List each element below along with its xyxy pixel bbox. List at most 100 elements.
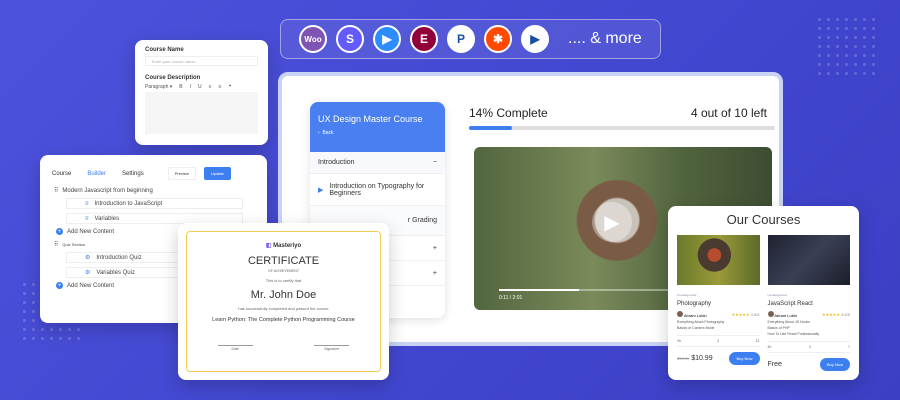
avatar bbox=[767, 311, 774, 317]
section-title: Modern Javascript from beginning bbox=[62, 187, 153, 194]
course-rating: ★★★★★ 4.5/5 bbox=[731, 312, 760, 317]
editor-tool[interactable]: Paragraph ▾ bbox=[145, 84, 172, 90]
certify-text: This is to certify that bbox=[265, 278, 302, 283]
tab-builder[interactable]: Builder bbox=[87, 171, 106, 177]
drag-handle-icon[interactable]: ⠿ bbox=[54, 187, 58, 194]
certificate-brand: ◧ Masteriyo bbox=[265, 243, 302, 249]
signature-line: Signature bbox=[314, 345, 350, 351]
our-courses-card: Our Courses Uncategorized Photography Ab… bbox=[668, 206, 859, 380]
tab-settings[interactable]: Settings bbox=[122, 171, 144, 177]
plus-icon: + bbox=[56, 282, 63, 289]
paypal-logo-icon: P bbox=[447, 25, 475, 53]
course-category[interactable]: Uncategorized bbox=[768, 293, 851, 297]
completed-text: has successfully completed and passed th… bbox=[238, 306, 329, 311]
course-name-label: Course Name bbox=[145, 47, 184, 53]
lesson-title: r Grading bbox=[407, 217, 437, 224]
course-card[interactable]: Uncategorized Photography Abram Lubin ★★★… bbox=[677, 235, 760, 371]
course-category[interactable]: Uncategorized bbox=[677, 293, 760, 297]
preview-button[interactable]: Preview bbox=[167, 167, 196, 180]
lessons-left: 4 out of 10 left bbox=[690, 106, 767, 120]
editor-tool[interactable]: ❝ bbox=[228, 84, 231, 90]
builder-item[interactable]: ≡ Introduction to JavaScript bbox=[66, 198, 243, 209]
update-button[interactable]: Update bbox=[203, 167, 231, 180]
course-stats: 3h 3 12 bbox=[677, 335, 760, 347]
item-title: Variables bbox=[94, 215, 120, 222]
course-stats: 4h 3 7 bbox=[767, 341, 850, 353]
lesson-item[interactable]: ▶ Introduction on Typography for Beginner… bbox=[310, 174, 445, 206]
course-thumbnail[interactable] bbox=[677, 235, 760, 285]
course-rating: ★★★★★ 4.5/5 bbox=[822, 312, 850, 317]
lesson-icon: ≡ bbox=[85, 215, 89, 222]
drag-handle-icon[interactable]: ⠿ bbox=[54, 241, 58, 248]
course-card[interactable]: Uncategorized JavaScript React Abram Lub… bbox=[767, 235, 851, 371]
zoom-logo-icon: ▶ bbox=[373, 25, 401, 53]
builder-section: ⠿ Modern Javascript from beginning bbox=[54, 187, 255, 195]
course-title: UX Design Master Course bbox=[318, 114, 423, 124]
course-form-card: Course Name Enter your course name... Co… bbox=[135, 40, 268, 145]
integrations-bar: Woo S ▶ E P ✱ ▶ .... & more bbox=[280, 19, 661, 59]
editor-toolbar: Paragraph ▾ B I U ≡ ≡ ❝ bbox=[145, 84, 258, 90]
woocommerce-logo-icon: Woo bbox=[299, 25, 327, 53]
course-feature: Everything About JS Hooks bbox=[767, 320, 810, 324]
back-label: Back bbox=[322, 130, 334, 136]
add-content-label: Add New Content bbox=[67, 282, 115, 289]
more-label: .... & more bbox=[568, 30, 642, 47]
collapse-icon[interactable]: − bbox=[433, 159, 437, 166]
elementor-logo-icon: E bbox=[410, 25, 438, 53]
zapier-logo-icon: ✱ bbox=[484, 25, 512, 53]
progress-bar bbox=[469, 126, 775, 130]
buy-now-button[interactable]: Buy Now bbox=[729, 352, 760, 365]
our-courses-title: Our Courses bbox=[726, 212, 801, 227]
editor-tool[interactable]: ≡ bbox=[219, 84, 222, 90]
item-title: Introduction to JavaScript bbox=[94, 200, 163, 207]
item-title: Introduction Quiz bbox=[96, 254, 142, 261]
certificate-course: Learn Python: The Complete Python Progra… bbox=[212, 317, 355, 323]
course-title[interactable]: Photography bbox=[677, 301, 760, 307]
section-introduction[interactable]: Introduction − bbox=[310, 152, 445, 174]
quiz-icon: ⚙ bbox=[85, 255, 91, 261]
course-description-label: Course Description bbox=[145, 75, 201, 81]
masteriyo-logo-icon: ◧ bbox=[265, 243, 272, 249]
course-author: Abram Lubin bbox=[767, 311, 797, 318]
play-lesson-icon: ▶ bbox=[318, 186, 324, 194]
course-price: Free bbox=[767, 361, 782, 368]
certificate-subtitle: OF ACHIEVEMENT bbox=[268, 269, 299, 273]
course-price: $10.99 bbox=[691, 355, 713, 362]
course-feature: Basics of Camera Mode bbox=[677, 326, 715, 330]
course-description-editor[interactable] bbox=[145, 92, 258, 134]
course-thumbnail[interactable] bbox=[767, 235, 850, 285]
google-meet-logo-icon: ▶ bbox=[521, 25, 549, 53]
course-name-input[interactable]: Enter your course name... bbox=[145, 56, 258, 66]
editor-tool[interactable]: I bbox=[190, 84, 191, 90]
item-title: Variables Quiz bbox=[96, 269, 135, 276]
play-icon[interactable]: ▶ bbox=[592, 202, 632, 242]
lesson-title: Introduction on Typography for Beginners bbox=[329, 182, 425, 197]
editor-tool[interactable]: B bbox=[179, 84, 182, 90]
course-feature: Basics of PHP bbox=[767, 326, 790, 330]
video-time: 0:11 / 2:01 bbox=[499, 295, 523, 301]
expand-icon[interactable]: + bbox=[433, 245, 437, 252]
course-title[interactable]: JavaScript React bbox=[768, 301, 851, 307]
back-link[interactable]: ‹ Back bbox=[318, 130, 437, 136]
progress-label: 14% Complete bbox=[469, 106, 548, 120]
lesson-icon: ≡ bbox=[85, 200, 89, 207]
certificate-title: CERTIFICATE bbox=[247, 255, 320, 267]
quiz-icon: ⚙ bbox=[85, 270, 91, 276]
recipient-name: Mr. John Doe bbox=[250, 289, 317, 301]
section-title: Introduction bbox=[318, 159, 355, 166]
section-title: Quiz Section bbox=[62, 242, 86, 247]
date-line: Date bbox=[217, 345, 253, 351]
old-price: $19.99 bbox=[677, 356, 690, 361]
editor-tool[interactable]: ≡ bbox=[209, 84, 212, 90]
tab-course[interactable]: Course bbox=[52, 171, 71, 177]
course-feature: How To Use React Professionally bbox=[767, 332, 820, 336]
add-content-label: Add New Content bbox=[67, 228, 115, 235]
buy-now-button[interactable]: Buy Now bbox=[819, 358, 850, 371]
editor-tool[interactable]: U bbox=[198, 84, 202, 90]
certificate-card: ◧ Masteriyo CERTIFICATE OF ACHIEVEMENT T… bbox=[178, 223, 389, 380]
expand-icon[interactable]: + bbox=[433, 270, 437, 277]
course-author: Abram Lubin bbox=[677, 311, 707, 318]
plus-icon: + bbox=[56, 228, 63, 235]
course-feature: Everything About Photography bbox=[677, 320, 725, 324]
avatar bbox=[677, 311, 683, 317]
